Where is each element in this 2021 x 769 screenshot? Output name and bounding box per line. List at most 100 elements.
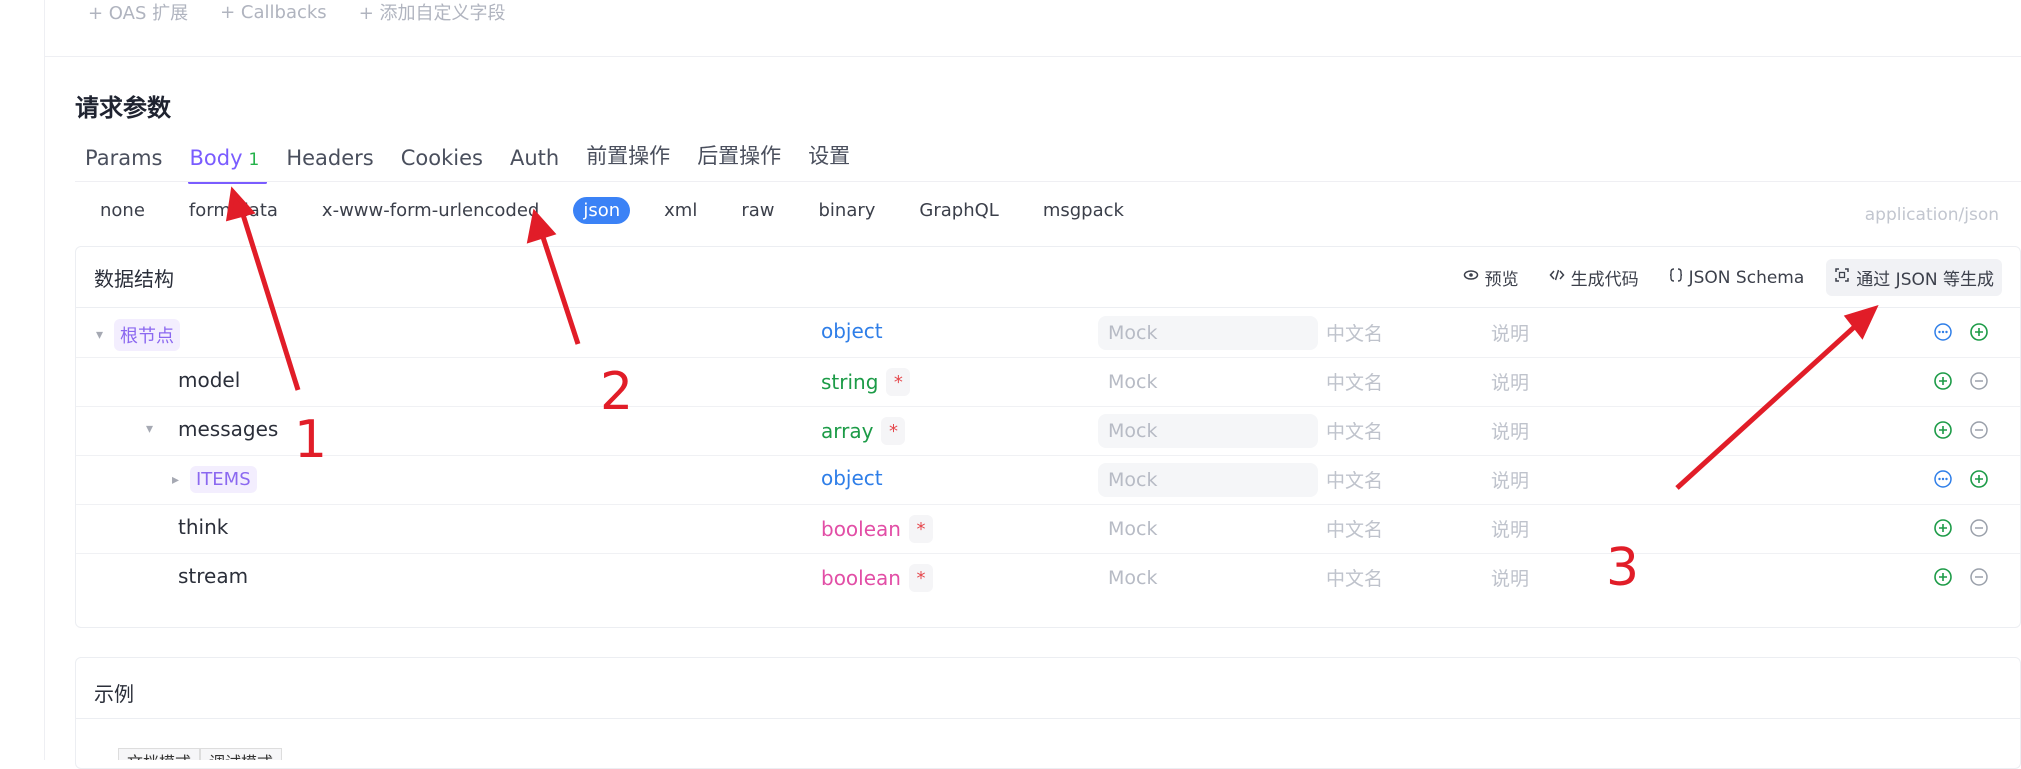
display-name-input[interactable]: 中文名 [1326, 368, 1383, 395]
required-toggle[interactable]: * [881, 417, 906, 445]
chevron-down-icon[interactable]: ▾ [146, 421, 178, 437]
description-input[interactable]: 说明 [1491, 417, 1529, 444]
bottom-status-bar: 文档模式 调试模式 [0, 746, 2021, 760]
generate-code-button[interactable]: 生成代码 [1541, 259, 1647, 296]
tab-pre-processors[interactable]: 前置操作 [576, 132, 680, 184]
mock-input[interactable]: Mock [1098, 316, 1318, 350]
example-title: 示例 [94, 682, 134, 706]
required-toggle[interactable]: * [908, 564, 933, 592]
field-type[interactable]: string * [821, 368, 911, 396]
debug-mode-button[interactable]: 调试模式 [200, 748, 283, 760]
table-row: model string * Mock 中文名 说明 [76, 358, 2020, 407]
divider [76, 718, 2020, 719]
scan-icon [1834, 267, 1850, 288]
panel-header: 数据结构 预览 生成代码 JSON Schema 通过 JSON 等生成 [76, 247, 2020, 308]
preview-button[interactable]: 预览 [1455, 259, 1527, 296]
field-type[interactable]: boolean * [821, 564, 933, 592]
field-name[interactable]: model [178, 368, 240, 392]
body-type-form-data[interactable]: form-data [179, 197, 288, 224]
json-schema-button[interactable]: JSON Schema [1661, 259, 1813, 296]
chevron-down-icon[interactable]: ▾ [96, 327, 114, 343]
generate-from-json-button[interactable]: 通过 JSON 等生成 [1826, 259, 2002, 296]
add-sibling-icon[interactable] [1932, 566, 1954, 588]
description-input[interactable]: 说明 [1491, 368, 1529, 395]
tab-post-processors[interactable]: 后置操作 [687, 132, 791, 184]
body-type-graphql[interactable]: GraphQL [909, 197, 1008, 224]
display-name-input[interactable]: 中文名 [1326, 319, 1383, 346]
description-input[interactable]: 说明 [1491, 564, 1529, 591]
body-type-msgpack[interactable]: msgpack [1033, 197, 1134, 224]
annotation-number-2: 2 [600, 362, 634, 422]
tab-body[interactable]: Body 1 [180, 138, 270, 184]
panel-actions: 预览 生成代码 JSON Schema 通过 JSON 等生成 [1455, 259, 2002, 296]
display-name-input[interactable]: 中文名 [1326, 515, 1383, 542]
tabs-divider [75, 181, 2021, 182]
tab-auth[interactable]: Auth [500, 138, 569, 184]
eye-icon [1463, 267, 1479, 288]
remove-icon[interactable] [1968, 419, 1990, 441]
tab-cookies[interactable]: Cookies [391, 138, 493, 184]
remove-icon[interactable] [1968, 370, 1990, 392]
field-name[interactable]: stream [178, 564, 248, 588]
body-type-binary[interactable]: binary [808, 197, 885, 224]
tab-settings[interactable]: 设置 [798, 132, 860, 184]
mock-input[interactable]: Mock [1098, 561, 1318, 595]
display-name-input[interactable]: 中文名 [1326, 466, 1383, 493]
callbacks-link[interactable]: + Callbacks [220, 0, 327, 24]
mock-input[interactable]: Mock [1098, 414, 1318, 448]
annotation-number-3: 3 [1606, 538, 1640, 598]
panel-title: 数据结构 [94, 267, 174, 291]
body-type-none[interactable]: none [90, 197, 155, 224]
oas-extension-link[interactable]: + OAS 扩展 [88, 0, 188, 24]
field-name[interactable]: messages [178, 417, 278, 441]
field-name[interactable]: think [178, 515, 228, 539]
body-type-json[interactable]: json [573, 197, 631, 224]
body-type-raw[interactable]: raw [731, 197, 784, 224]
description-input[interactable]: 说明 [1491, 515, 1529, 542]
more-options-icon[interactable] [1932, 321, 1954, 343]
mock-input[interactable]: Mock [1098, 512, 1318, 546]
field-type[interactable]: boolean * [821, 515, 933, 543]
field-type[interactable]: object [821, 466, 883, 490]
mock-input[interactable]: Mock [1098, 365, 1318, 399]
field-name[interactable]: 根节点 [114, 319, 180, 351]
add-sibling-icon[interactable] [1932, 517, 1954, 539]
body-type-urlencoded[interactable]: x-www-form-urlencoded [312, 197, 549, 224]
table-row: ▸ ITEMS object Mock 中文名 说明 [76, 456, 2020, 505]
remove-icon[interactable] [1968, 566, 1990, 588]
content-type-label: application/json [1864, 205, 1999, 225]
chevron-right-icon[interactable]: ▸ [172, 472, 190, 488]
code-icon [1549, 267, 1565, 288]
required-toggle[interactable]: * [908, 515, 933, 543]
request-tabs: Params Body 1 Headers Cookies Auth 前置操作 后… [75, 132, 867, 184]
required-toggle[interactable]: * [886, 368, 911, 396]
add-child-icon[interactable] [1968, 321, 1990, 343]
tab-headers[interactable]: Headers [276, 138, 383, 184]
add-child-icon[interactable] [1968, 468, 1990, 490]
schema-rows: ▾ 根节点 object Mock 中文名 说明 model string * M… [76, 309, 2020, 602]
description-input[interactable]: 说明 [1491, 319, 1529, 346]
display-name-input[interactable]: 中文名 [1326, 564, 1383, 591]
table-row: ▾ 根节点 object Mock 中文名 说明 [76, 309, 2020, 358]
add-sibling-icon[interactable] [1932, 419, 1954, 441]
add-sibling-icon[interactable] [1932, 370, 1954, 392]
remove-icon[interactable] [1968, 517, 1990, 539]
field-name[interactable]: ITEMS [190, 466, 257, 493]
more-options-icon[interactable] [1932, 468, 1954, 490]
body-type-selector: none form-data x-www-form-urlencoded jso… [90, 197, 1134, 224]
body-type-xml[interactable]: xml [654, 197, 707, 224]
annotation-number-1: 1 [294, 410, 328, 470]
field-type[interactable]: array * [821, 417, 906, 445]
doc-mode-button[interactable]: 文档模式 [118, 748, 201, 760]
divider [44, 56, 2021, 57]
data-structure-panel: 数据结构 预览 生成代码 JSON Schema 通过 JSON 等生成 ▾ 根… [75, 246, 2021, 628]
description-input[interactable]: 说明 [1491, 466, 1529, 493]
tab-params[interactable]: Params [75, 138, 173, 184]
mock-input[interactable]: Mock [1098, 463, 1318, 497]
field-type[interactable]: object [821, 319, 883, 343]
table-row: ▾ messages array * Mock 中文名 说明 [76, 407, 2020, 456]
page-title: 请求参数 [75, 94, 171, 122]
add-custom-field-link[interactable]: + 添加自定义字段 [359, 0, 506, 24]
display-name-input[interactable]: 中文名 [1326, 417, 1383, 444]
table-row: think boolean * Mock 中文名 说明 [76, 505, 2020, 554]
